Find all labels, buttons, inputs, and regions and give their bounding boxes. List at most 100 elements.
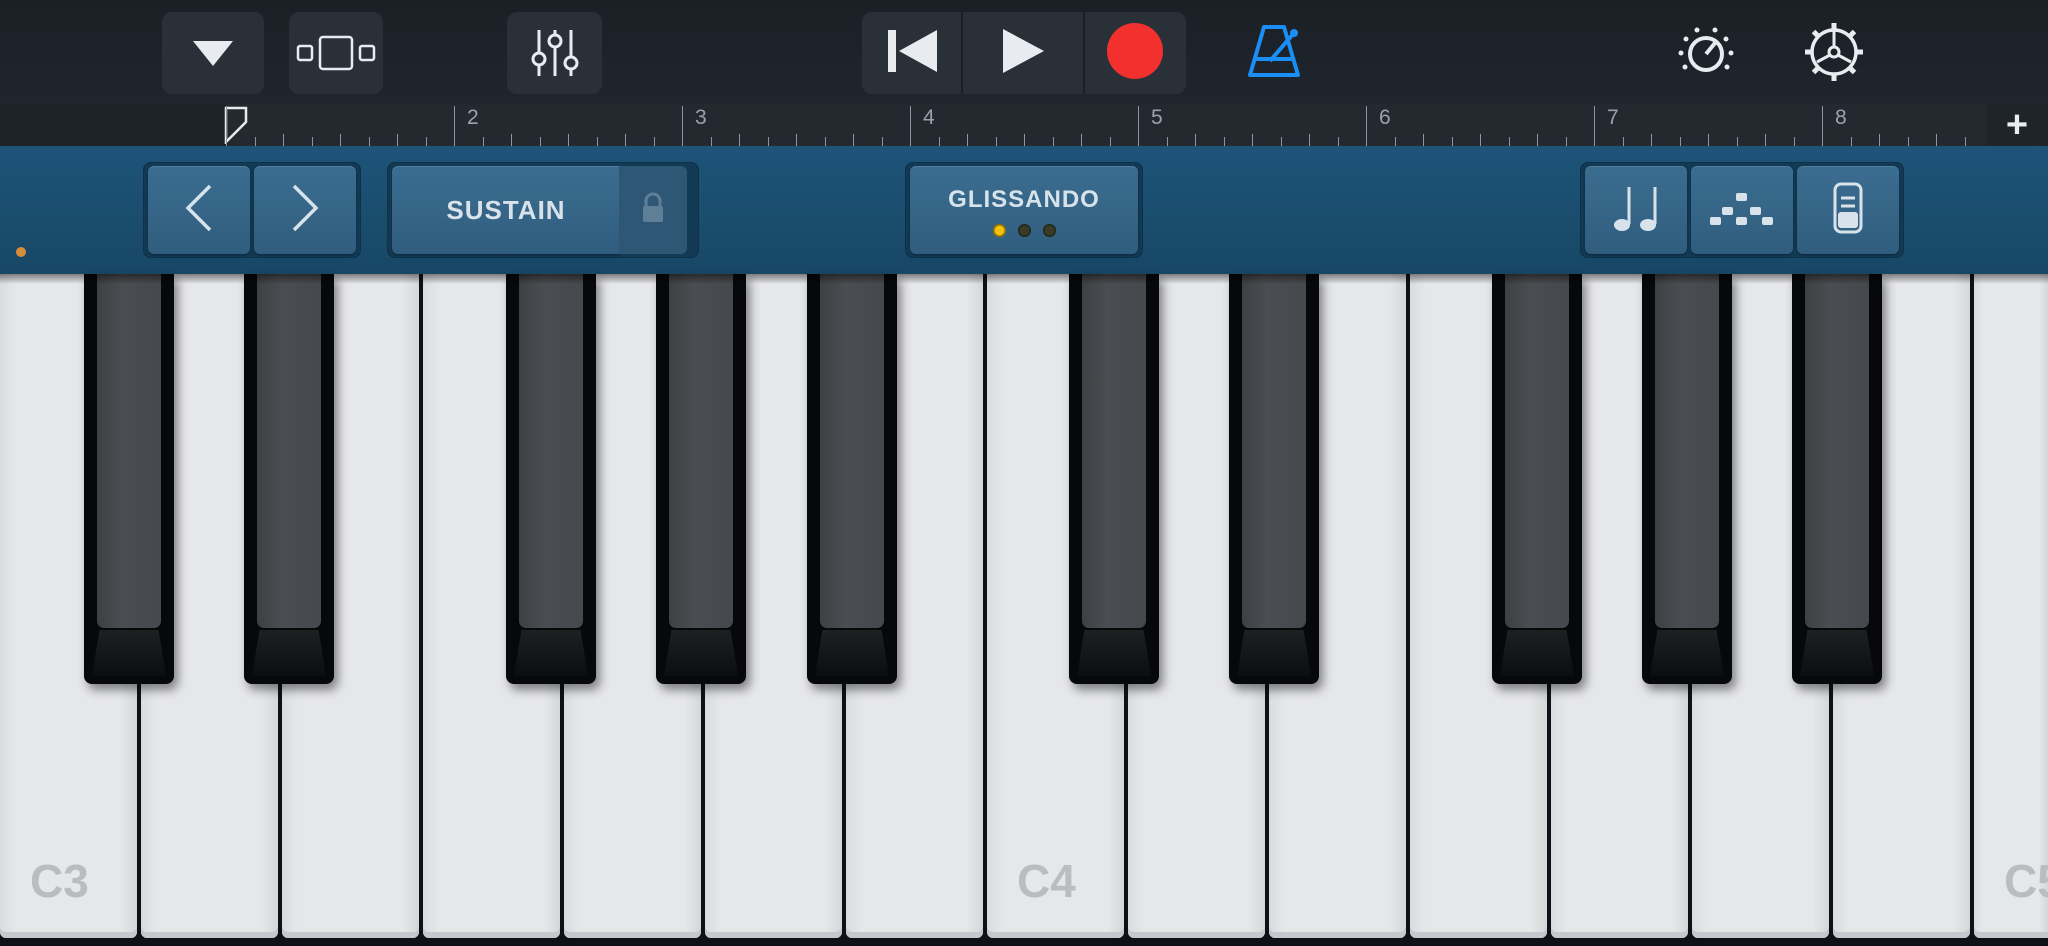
ruler-beat-tick [1166,137,1168,146]
ruler-beat-tick [311,137,313,146]
velocity-button[interactable] [1797,166,1899,254]
mixer-button[interactable] [507,12,602,94]
ruler-beat-tick [1622,137,1624,146]
octave-group [143,162,361,258]
go-to-beginning-icon [885,28,939,79]
sustain-label: SUSTAIN [446,194,566,225]
chevron-right-icon [290,183,320,238]
ruler-bar-5: 5 [1151,106,1163,129]
settings-button[interactable] [1800,20,1868,88]
ruler-beat-tick [1679,137,1681,146]
sustain-button[interactable]: SUSTAIN [392,166,620,254]
key-a-sharp-3[interactable] [807,274,897,684]
add-section-button[interactable]: + [1986,104,2048,146]
ruler-bar-2: 2 [467,106,479,129]
key-g-sharp-3[interactable] [656,274,746,684]
ruler-beat-tick [1451,137,1453,146]
ruler-beat-tick [254,137,256,146]
key-c-sharp-3[interactable] [84,274,174,684]
key-f-sharp-4[interactable] [1492,274,1582,684]
keyboard-mode-dots [910,224,1138,237]
metronome-button[interactable] [1244,20,1304,84]
ruler-beat-tick [1565,137,1567,146]
ruler-beat-tick [967,134,968,146]
ruler-beat-tick [1907,137,1909,146]
octave-up-button[interactable] [254,166,356,254]
arpeggiator-button[interactable] [1585,166,1687,254]
key-label-c3: C3 [30,855,89,907]
ruler-beat-tick [1024,134,1025,146]
ruler-beat-tick [995,137,997,146]
ruler-beat-tick [1793,137,1795,146]
tracks-view-icon [293,33,379,73]
play-icon [1000,27,1046,80]
ruler-bar-tick [910,106,911,146]
glissando-button[interactable]: GLISSANDO [910,166,1138,254]
ruler-bar-4: 4 [923,106,935,129]
ruler-beat-tick [625,134,626,146]
ruler-beat-tick [425,137,427,146]
rewind-button[interactable] [862,12,962,94]
key-f-sharp-3[interactable] [506,274,596,684]
view-toggle-button[interactable] [289,12,383,94]
key-d-sharp-4[interactable] [1229,274,1319,684]
ruler-beat-tick [1081,134,1082,146]
keyboard-tools-group [1580,162,1904,258]
ruler-track[interactable] [226,104,1986,146]
ruler-beat-tick [853,134,854,146]
record-icon [1106,22,1164,85]
key-c5[interactable]: C5 [1974,274,2048,938]
sustain-group: SUSTAIN [387,162,699,258]
ruler-beat-tick [1850,137,1852,146]
key-label-c5: C5 [2004,855,2048,907]
ruler-beat-tick [1423,134,1424,146]
key-c-sharp-4[interactable] [1069,274,1159,684]
ruler-bar-tick [1138,106,1139,146]
ruler-beat-tick [539,137,541,146]
ruler-beat-tick [739,134,740,146]
ruler-beat-tick [1765,134,1766,146]
octave-down-button[interactable] [148,166,250,254]
key-d-sharp-3[interactable] [244,274,334,684]
ruler-beat-tick [1109,137,1111,146]
playhead-marker[interactable] [224,106,248,149]
master-knob-icon [1675,21,1737,88]
ruler-bar-tick [454,106,455,146]
play-button[interactable] [961,12,1083,94]
key-a-sharp-4[interactable] [1792,274,1882,684]
master-settings-button[interactable] [1674,22,1738,86]
mixer-sliders-icon [529,27,581,79]
ruler-beat-tick [1879,134,1880,146]
ruler-beat-tick [1394,137,1396,146]
ruler-beat-tick [568,134,569,146]
timeline-ruler[interactable]: 2 3 4 5 6 7 8 [0,104,2048,146]
lock-icon [641,192,665,229]
sustain-lock-button[interactable] [619,166,687,254]
ruler-beat-tick [824,137,826,146]
arpeggiator-notes-icon [1612,183,1660,238]
glissando-label: GLISSANDO [948,186,1100,213]
ruler-beat-tick [710,137,712,146]
ruler-beat-tick [767,137,769,146]
ruler-beat-tick [881,137,883,146]
ruler-beat-tick [1337,137,1339,146]
key-label-c4: C4 [1017,855,1076,907]
ruler-beat-tick [1964,137,1966,146]
scale-button[interactable] [1691,166,1793,254]
key-g-sharp-4[interactable] [1642,274,1732,684]
piano-keyboard: C3 C4 C5 [0,274,2048,946]
mode-dot-glissando [992,224,1006,237]
ruler-beat-tick [1537,134,1538,146]
browser-button[interactable] [162,12,264,94]
metronome-icon [1246,21,1302,84]
ruler-gutter [0,104,226,146]
velocity-slider-icon [1833,182,1863,239]
record-button[interactable] [1082,12,1186,94]
ruler-beat-tick [1309,134,1310,146]
plus-icon: + [2005,104,2029,146]
ruler-bar-3: 3 [695,106,707,129]
ruler-beat-tick [368,137,370,146]
ruler-bar-tick [682,106,683,146]
ruler-bar-tick [226,106,227,146]
triangle-down-icon [191,38,235,68]
